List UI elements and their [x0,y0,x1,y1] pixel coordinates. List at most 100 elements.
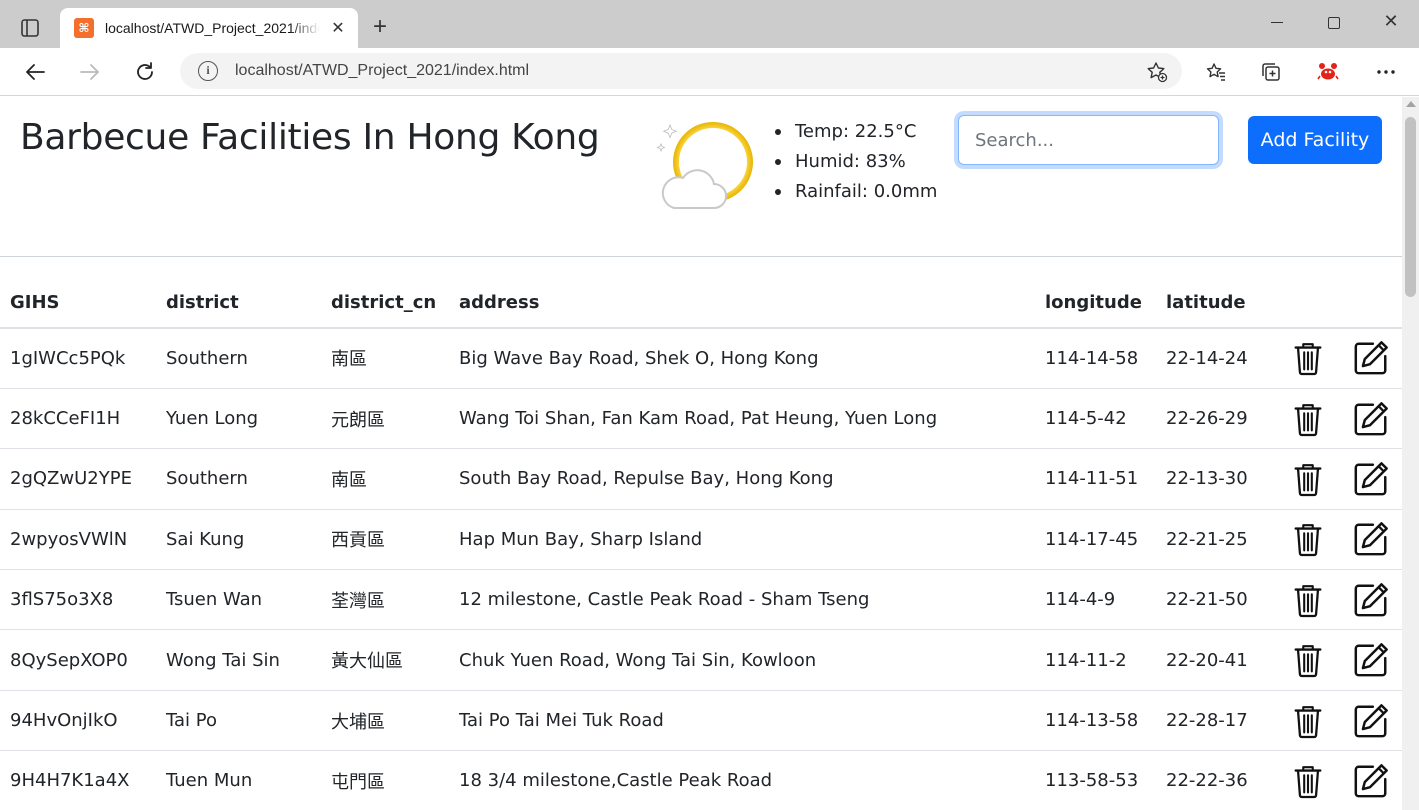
maximize-button[interactable] [1314,8,1354,36]
delete-button[interactable] [1277,509,1339,571]
add-facility-button[interactable]: Add Facility [1248,116,1382,164]
cell-longitude: 114-11-51 [1035,448,1156,510]
page-scrollbar[interactable] [1402,97,1419,810]
site-info-icon[interactable]: i [198,61,218,81]
edit-button[interactable] [1339,569,1402,631]
browser-tab[interactable]: ⌘ localhost/ATWD_Project_2021/index.html… [60,8,358,48]
scroll-up-arrow-icon[interactable] [1406,101,1416,107]
table-body: 1gIWCc5PQk Southern 南區 Big Wave Bay Road, S… [0,328,1402,810]
cell-district: Southern [156,328,321,389]
cell-district: Tuen Mun [156,750,321,810]
partly-cloudy-icon [656,122,753,209]
extension-button[interactable] [1314,58,1342,86]
trash-icon [1287,520,1329,558]
page-viewport: Barbecue Facilities In Hong Kong Temp: 2… [0,97,1402,810]
cell-address: South Bay Road, Repulse Bay, Hong Kong [449,448,1035,510]
cell-gihs: 94HvOnjIkO [0,690,156,752]
cell-address: Big Wave Bay Road, Shek O, Hong Kong [449,328,1035,389]
edit-button[interactable] [1339,629,1402,691]
add-favorite-icon[interactable] [1146,61,1168,83]
edit-icon [1349,702,1392,740]
crab-extension-icon [1317,63,1339,80]
window-close-button[interactable]: ✕ [1371,8,1411,36]
weather-rainfall: Rainfail: 0.0mm [775,177,937,207]
delete-button[interactable] [1277,629,1339,691]
trash-icon [1287,339,1329,377]
forward-button[interactable] [74,56,106,88]
cell-gihs: 3flS75o3X8 [0,569,156,631]
cell-district: Southern [156,448,321,510]
delete-button[interactable] [1277,328,1339,389]
favorites-button[interactable] [1202,58,1230,86]
trash-icon [1287,641,1329,679]
close-tab-icon[interactable]: ✕ [328,18,348,38]
cell-gihs: 1gIWCc5PQk [0,328,156,389]
new-tab-button[interactable]: + [366,13,394,41]
header-longitude[interactable]: longitude [1035,277,1156,329]
cell-longitude: 114-17-45 [1035,509,1156,571]
cell-gihs: 9H4H7K1a4X [0,750,156,810]
facilities-table: GIHS district district_cn address longit… [0,277,1402,810]
trash-icon [1287,581,1329,619]
cell-longitude: 113-58-53 [1035,750,1156,810]
cell-gihs: 2gQZwU2YPE [0,448,156,510]
cell-district: Yuen Long [156,388,321,450]
cell-district: Tai Po [156,690,321,752]
delete-button[interactable] [1277,750,1339,810]
header-edit-column [1339,277,1402,329]
address-bar[interactable]: i localhost/ATWD_Project_2021/index.html [180,53,1182,89]
cell-longitude: 114-5-42 [1035,388,1156,450]
page-title: Barbecue Facilities In Hong Kong [20,117,600,158]
delete-button[interactable] [1277,388,1339,450]
cell-latitude: 22-22-36 [1156,750,1277,810]
cell-district-cn: 南區 [321,328,449,389]
delete-button[interactable] [1277,690,1339,752]
back-arrow-icon [26,64,45,80]
cell-district-cn: 西貢區 [321,509,449,571]
edit-button[interactable] [1339,388,1402,450]
settings-menu-button[interactable] [1372,58,1400,86]
header-latitude[interactable]: latitude [1156,277,1277,329]
edit-button[interactable] [1339,448,1402,510]
cell-latitude: 22-28-17 [1156,690,1277,752]
refresh-button[interactable] [129,56,161,88]
scroll-thumb[interactable] [1405,117,1416,297]
header-delete-column [1277,277,1339,329]
edit-button[interactable] [1339,509,1402,571]
tab-actions-icon[interactable] [12,14,48,42]
url-text[interactable]: localhost/ATWD_Project_2021/index.html [235,61,529,81]
cell-address: 18 3/4 milestone,Castle Peak Road [449,750,1035,810]
header-district-cn[interactable]: district_cn [321,277,449,329]
header-district[interactable]: district [156,277,321,329]
trash-icon [1287,460,1329,498]
tab-title: localhost/ATWD_Project_2021/index.html [105,18,320,38]
edit-button[interactable] [1339,690,1402,752]
edit-button[interactable] [1339,328,1402,389]
cell-longitude: 114-11-2 [1035,629,1156,691]
table-row: 9H4H7K1a4X Tuen Mun 屯門區 18 3/4 milestone,Ca… [0,750,1402,810]
delete-button[interactable] [1277,448,1339,510]
cell-district-cn: 黃大仙區 [321,629,449,691]
header-address[interactable]: address [449,277,1035,329]
cell-latitude: 22-13-30 [1156,448,1277,510]
cell-district-cn: 南區 [321,448,449,510]
weather-humidity: Humid: 83% [775,147,937,177]
xampp-favicon-icon: ⌘ [74,18,94,38]
cell-gihs: 28kCCeFI1H [0,388,156,450]
collections-button[interactable] [1257,58,1285,86]
cell-address: Chuk Yuen Road, Wong Tai Sin, Kowloon [449,629,1035,691]
delete-button[interactable] [1277,569,1339,631]
cell-longitude: 114-14-58 [1035,328,1156,389]
table-row: 1gIWCc5PQk Southern 南區 Big Wave Bay Road, S… [0,328,1402,389]
header-gihs[interactable]: GIHS [0,277,156,329]
table-row: 2gQZwU2YPE Southern 南區 South Bay Road, Repu… [0,448,1402,510]
cell-latitude: 22-21-25 [1156,509,1277,571]
back-button[interactable] [19,56,51,88]
browser-toolbar: i localhost/ATWD_Project_2021/index.html [0,48,1419,96]
cell-address: Wang Toi Shan, Fan Kam Road, Pat Heung, … [449,388,1035,450]
minimize-button[interactable] [1257,8,1297,36]
cell-gihs: 8QySepXOP0 [0,629,156,691]
search-input[interactable] [958,115,1219,165]
cell-latitude: 22-21-50 [1156,569,1277,631]
edit-button[interactable] [1339,750,1402,810]
